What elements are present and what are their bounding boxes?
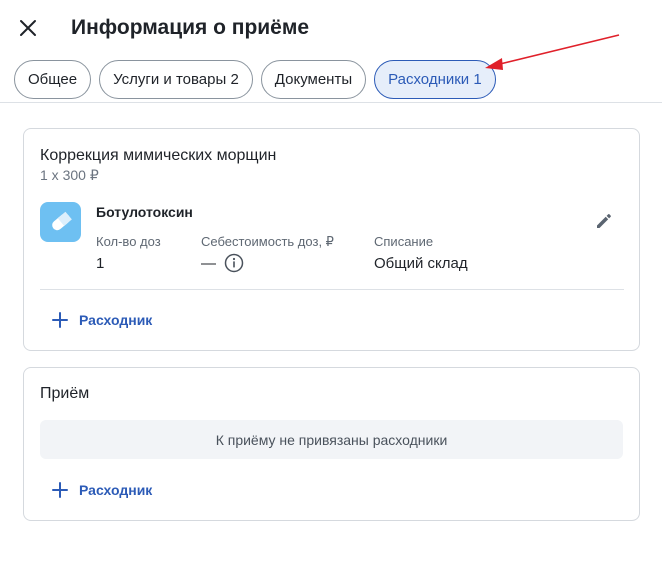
tabs-divider <box>0 102 662 103</box>
tab-consumables[interactable]: Расходники 1 <box>374 60 496 99</box>
edit-consumable-button[interactable] <box>592 209 616 233</box>
appointment-section-title: Приём <box>40 385 90 402</box>
empty-state: К приёму не привязаны расходники <box>40 420 623 459</box>
add-appointment-consumable-label: Расходник <box>79 482 153 498</box>
plus-icon <box>52 482 68 498</box>
write-off-value: Общий склад <box>374 255 468 272</box>
pill-icon <box>40 202 81 242</box>
add-consumable-label: Расходник <box>79 312 153 328</box>
tab-documents[interactable]: Документы <box>260 60 367 99</box>
appointment-consumables-card: Приём К приёму не привязаны расходники Р… <box>23 367 640 521</box>
add-consumable-button[interactable]: Расходник <box>52 310 152 330</box>
write-off-label: Списание <box>374 234 434 249</box>
page-title: Информация о приёме <box>71 16 310 39</box>
dose-count-value: 1 <box>96 255 105 272</box>
info-icon[interactable] <box>224 253 244 273</box>
close-icon <box>20 20 36 36</box>
pencil-icon <box>597 214 611 228</box>
dose-cost-label: Себестоимость доз, ₽ <box>201 234 334 249</box>
dose-cost-value: — <box>201 255 216 272</box>
header: Информация о приёме <box>0 0 662 56</box>
add-appointment-consumable-button[interactable]: Расходник <box>52 480 152 500</box>
tab-services-goods[interactable]: Услуги и товары 2 <box>99 60 253 99</box>
consumable-name: Ботулотоксин <box>96 204 193 220</box>
card-divider <box>40 289 624 290</box>
dose-count-label: Кол-во доз <box>96 234 161 249</box>
service-name: Коррекция мимических морщин <box>40 147 277 164</box>
plus-icon <box>52 312 68 328</box>
tab-bar: Общее Услуги и товары 2 Документы Расход… <box>14 60 496 99</box>
service-consumables-card: Коррекция мимических морщин 1 x 300 ₽ Бо… <box>23 128 640 351</box>
close-button[interactable] <box>14 14 42 42</box>
service-quantity-price: 1 x 300 ₽ <box>40 167 99 183</box>
tab-general[interactable]: Общее <box>14 60 92 99</box>
